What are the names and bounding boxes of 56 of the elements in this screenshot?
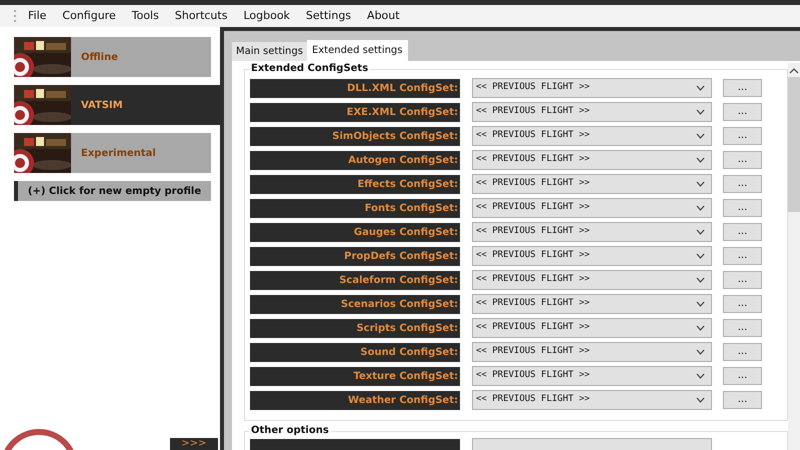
field-label: Sound ConfigSet: (250, 342, 460, 362)
dropdown[interactable]: << PREVIOUS FLIGHT >> (472, 126, 712, 146)
field-label: Texture ConfigSet: (250, 366, 460, 386)
dropdown[interactable]: << PREVIOUS FLIGHT >> (472, 294, 712, 314)
menu-item[interactable]: About (359, 8, 408, 24)
expand-button[interactable]: >>> (170, 438, 218, 450)
field-label: Autogen ConfigSet: (250, 150, 460, 170)
dropdown[interactable]: << PREVIOUS FLIGHT >> (472, 102, 712, 122)
group-title: Extended ConfigSets (249, 62, 370, 76)
menu-item[interactable]: Logbook (235, 8, 298, 24)
dropdown[interactable]: << PREVIOUS FLIGHT >> (472, 366, 712, 386)
profile-item[interactable]: VATSIM (14, 85, 220, 125)
dropdown[interactable]: << PREVIOUS FLIGHT >> (472, 198, 712, 218)
dropdown[interactable]: << PREVIOUS FLIGHT >> (472, 342, 712, 362)
menu-item[interactable]: Settings (298, 8, 360, 24)
browse-button[interactable]: ... (723, 319, 762, 337)
field-label: PropDefs ConfigSet: (250, 246, 460, 266)
field-label: DLL.XML ConfigSet: (250, 78, 460, 98)
browse-button[interactable]: ... (723, 343, 762, 361)
dropdown[interactable]: << PREVIOUS FLIGHT >> (472, 246, 712, 266)
dropdown[interactable]: << PREVIOUS FLIGHT >> (472, 390, 712, 410)
field-label: SimObjects ConfigSet: (250, 126, 460, 146)
dropdown[interactable]: << PREVIOUS FLIGHT >> (472, 318, 712, 338)
dropdown[interactable]: << PREVIOUS FLIGHT >> (472, 150, 712, 170)
tab[interactable]: Main settings (232, 42, 307, 61)
field-label: Fonts ConfigSet: (250, 198, 460, 218)
tab[interactable]: Extended settings (306, 40, 408, 61)
field-label: Scaleform ConfigSet: (250, 270, 460, 290)
new-profile-button[interactable]: (+) Click for new empty profile (14, 181, 211, 201)
browse-button[interactable]: ... (723, 223, 762, 241)
menu-item[interactable]: Tools (124, 8, 167, 24)
browse-button[interactable]: ... (723, 295, 762, 313)
dropdown[interactable]: << PREVIOUS FLIGHT >> (472, 78, 712, 98)
field-label: Scenarios ConfigSet: (250, 294, 460, 314)
group-title: Other options (249, 424, 331, 438)
browse-button[interactable]: ... (723, 127, 762, 145)
browse-button[interactable]: ... (723, 199, 762, 217)
browse-button[interactable]: ... (723, 79, 762, 97)
browse-button[interactable]: ... (723, 175, 762, 193)
browse-button[interactable]: ... (723, 247, 762, 265)
dropdown[interactable]: << PREVIOUS FLIGHT >> (472, 174, 712, 194)
browse-button[interactable]: ... (723, 151, 762, 169)
browse-button[interactable]: ... (723, 271, 762, 289)
dropdown[interactable]: << PREVIOUS FLIGHT >> (472, 222, 712, 242)
menu-item[interactable]: File (20, 8, 54, 24)
browse-button[interactable]: ... (723, 367, 762, 385)
field-label: Effects ConfigSet: (250, 174, 460, 194)
menu-item[interactable]: Configure (54, 8, 124, 24)
field-label: Weather ConfigSet: (250, 390, 460, 410)
dropdown[interactable]: << PREVIOUS FLIGHT >> (472, 270, 712, 290)
browse-button[interactable]: ... (723, 103, 762, 121)
field-label: EXE.XML ConfigSet: (250, 102, 460, 122)
browse-button[interactable]: ... (723, 391, 762, 409)
field-label: Gauges ConfigSet: (250, 222, 460, 242)
menu-item[interactable]: Shortcuts (166, 8, 236, 24)
field-label: Scripts ConfigSet: (250, 318, 460, 338)
